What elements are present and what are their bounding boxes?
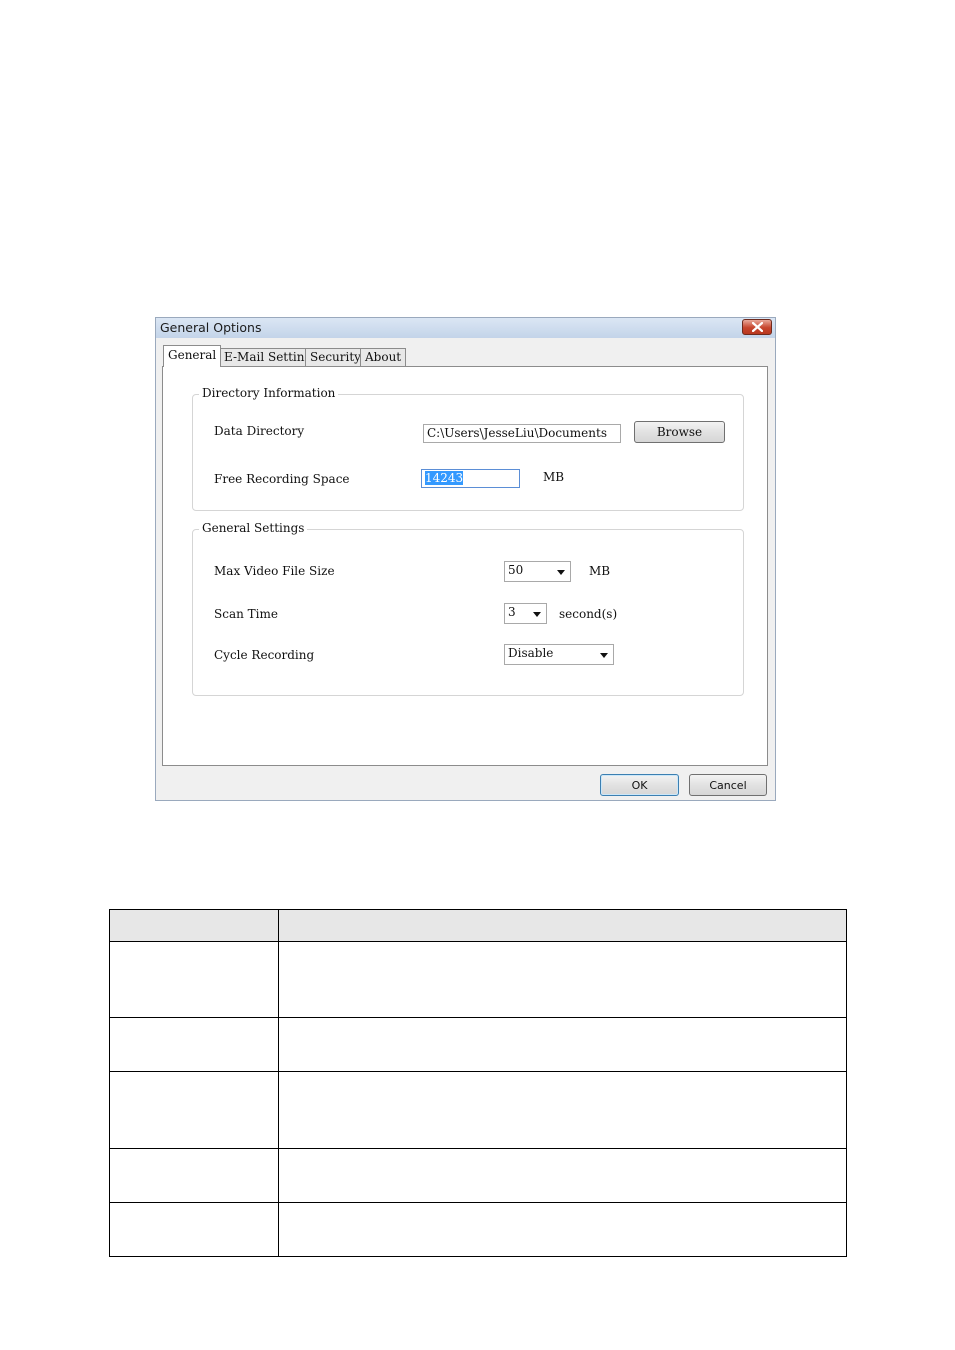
max-video-file-size-select[interactable]: 50 — [504, 561, 571, 582]
table-row — [109, 1017, 847, 1072]
browse-button[interactable]: Browse — [634, 421, 725, 443]
general-settings-legend: General Settings — [199, 521, 308, 535]
title-bar[interactable]: General Options — [156, 318, 775, 338]
directory-information-group: Directory Information Data Directory C:\… — [192, 386, 744, 511]
cycle-recording-select[interactable]: Disable — [504, 644, 614, 665]
scan-time-select[interactable]: 3 — [504, 603, 547, 624]
close-button[interactable] — [742, 319, 772, 335]
tab-about[interactable]: About — [360, 348, 407, 367]
table-header-row — [109, 909, 847, 942]
table-cell — [109, 1202, 279, 1257]
free-space-unit: MB — [543, 470, 565, 484]
dialog-title: General Options — [160, 320, 262, 335]
table-cell — [109, 1017, 279, 1072]
max-video-file-size-label: Max Video File Size — [214, 564, 335, 578]
table-cell — [278, 941, 847, 1018]
table-cell — [278, 1071, 847, 1149]
cancel-button[interactable]: Cancel — [689, 774, 767, 796]
table-cell — [278, 1017, 847, 1072]
table-cell — [109, 941, 279, 1018]
table-row — [109, 941, 847, 1018]
free-recording-space-field[interactable]: 14243 — [421, 469, 520, 488]
options-description-table — [109, 909, 847, 1257]
tab-general[interactable]: General — [163, 345, 222, 367]
free-recording-space-value: 14243 — [425, 471, 464, 485]
tab-email-setting[interactable]: E-Mail Setting — [219, 348, 318, 367]
general-options-dialog: General Options General E-Mail Setting S… — [155, 317, 776, 801]
table-cell — [278, 1148, 847, 1203]
chevron-down-icon — [533, 612, 541, 617]
data-directory-value: C:\Users\JesseLiu\Documents — [427, 426, 607, 440]
table-row — [109, 1202, 847, 1257]
general-settings-group: General Settings Max Video File Size 50 … — [192, 521, 744, 696]
table-cell — [278, 1202, 847, 1257]
general-tab-panel: Directory Information Data Directory C:\… — [162, 366, 768, 766]
ok-button[interactable]: OK — [600, 774, 679, 796]
free-recording-space-label: Free Recording Space — [214, 472, 350, 486]
directory-information-legend: Directory Information — [199, 386, 339, 400]
table-cell — [109, 1148, 279, 1203]
scan-time-label: Scan Time — [214, 607, 278, 621]
table-cell — [109, 1071, 279, 1149]
close-icon — [751, 322, 763, 332]
max-video-file-size-value: 50 — [508, 563, 524, 577]
cycle-recording-label: Cycle Recording — [214, 648, 315, 662]
chevron-down-icon — [600, 653, 608, 658]
table-header-cell — [109, 909, 279, 942]
data-directory-field[interactable]: C:\Users\JesseLiu\Documents — [423, 424, 621, 443]
cycle-recording-value: Disable — [508, 646, 554, 660]
tab-security[interactable]: Security — [305, 348, 366, 367]
table-header-cell — [278, 909, 847, 942]
scan-time-value: 3 — [508, 605, 516, 619]
table-row — [109, 1148, 847, 1203]
data-directory-label: Data Directory — [214, 424, 305, 438]
chevron-down-icon — [557, 570, 565, 575]
table-row — [109, 1071, 847, 1149]
scan-time-unit: second(s) — [559, 607, 618, 621]
max-file-size-unit: MB — [589, 564, 611, 578]
